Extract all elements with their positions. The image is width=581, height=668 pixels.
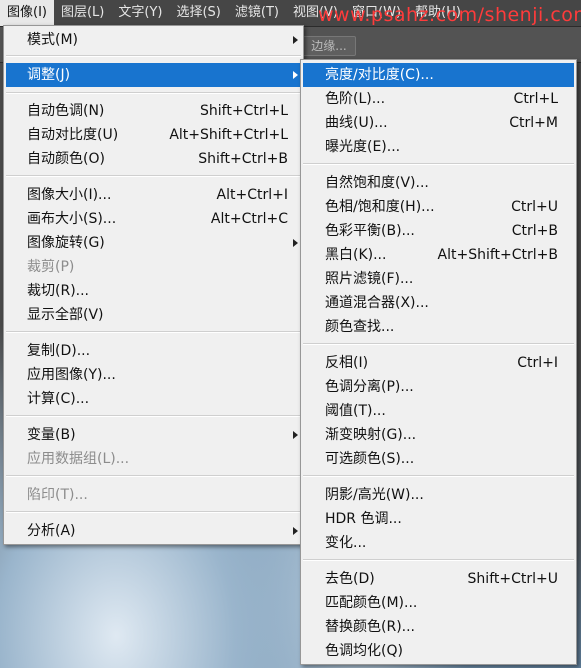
menu-item-invert[interactable]: 反相(I) Ctrl+I xyxy=(303,351,574,375)
menu-item-image-size[interactable]: 图像大小(I)... Alt+Ctrl+I xyxy=(6,183,301,207)
menu-item-color-balance[interactable]: 色彩平衡(B)... Ctrl+B xyxy=(303,219,574,243)
menu-item-image-rotation[interactable]: 图像旋转(G) xyxy=(6,231,301,255)
menu-item-hue-saturation[interactable]: 色相/饱和度(H)... Ctrl+U xyxy=(303,195,574,219)
submenu-arrow-icon xyxy=(293,71,298,79)
menu-item-curves[interactable]: 曲线(U)... Ctrl+M xyxy=(303,111,574,135)
menu-select[interactable]: 选择(S) xyxy=(169,0,227,26)
menu-item-crop: 裁剪(P) xyxy=(27,259,75,275)
menu-item-channel-mixer[interactable]: 通道混合器(X)... xyxy=(303,291,574,315)
separator xyxy=(303,343,574,345)
menu-item-black-white[interactable]: 黑白(K)... Alt+Shift+Ctrl+B xyxy=(303,243,574,267)
menu-item-mode[interactable]: 模式(M) xyxy=(6,28,301,52)
watermark: www.psahz.com/shenji.com xyxy=(318,4,581,26)
menu-item-calculations[interactable]: 计算(C)... xyxy=(6,387,301,411)
menu-item-variables[interactable]: 变量(B) xyxy=(6,423,301,447)
menu-item-match-color[interactable]: 匹配颜色(M)... xyxy=(303,591,574,615)
menu-filter[interactable]: 滤镜(T) xyxy=(228,0,286,26)
menu-item-apply-data-set: 应用数据组(L)... xyxy=(27,451,130,467)
separator xyxy=(6,331,301,333)
menu-item-equalize[interactable]: 色调均化(Q) xyxy=(303,639,574,663)
submenu-arrow-icon xyxy=(293,527,298,535)
separator xyxy=(6,475,301,477)
separator xyxy=(6,92,301,94)
menu-item-replace-color[interactable]: 替换颜色(R)... xyxy=(303,615,574,639)
submenu-arrow-icon xyxy=(293,239,298,247)
menu-item-trap: 陷印(T)... xyxy=(27,487,88,503)
menu-item-photo-filter[interactable]: 照片滤镜(F)... xyxy=(303,267,574,291)
menu-item-gradient-map[interactable]: 渐变映射(G)... xyxy=(303,423,574,447)
menu-item-levels[interactable]: 色阶(L)... Ctrl+L xyxy=(303,87,574,111)
image-menu: 模式(M) 调整(J) 自动色调(N) Shift+Ctrl+L 自动对比度(U… xyxy=(3,25,304,545)
submenu-arrow-icon xyxy=(293,431,298,439)
menu-item-selective-color[interactable]: 可选颜色(S)... xyxy=(303,447,574,471)
menu-type[interactable]: 文字(Y) xyxy=(111,0,169,26)
menu-item-vibrance[interactable]: 自然饱和度(V)... xyxy=(303,171,574,195)
separator xyxy=(6,415,301,417)
menu-item-variations[interactable]: 变化... xyxy=(303,531,574,555)
separator xyxy=(303,475,574,477)
separator xyxy=(303,559,574,561)
menu-item-desaturate[interactable]: 去色(D) Shift+Ctrl+U xyxy=(303,567,574,591)
adjustments-submenu: 亮度/对比度(C)... 色阶(L)... Ctrl+L 曲线(U)... Ct… xyxy=(300,59,577,665)
menu-item-canvas-size[interactable]: 画布大小(S)... Alt+Ctrl+C xyxy=(6,207,301,231)
menu-item-auto-contrast[interactable]: 自动对比度(U) Alt+Shift+Ctrl+L xyxy=(6,123,301,147)
menu-item-hdr-toning[interactable]: HDR 色调... xyxy=(303,507,574,531)
separator xyxy=(6,511,301,513)
menu-item-color-lookup[interactable]: 颜色查找... xyxy=(303,315,574,339)
menu-item-duplicate[interactable]: 复制(D)... xyxy=(6,339,301,363)
menu-item-apply-image[interactable]: 应用图像(Y)... xyxy=(6,363,301,387)
submenu-arrow-icon xyxy=(293,36,298,44)
menu-item-adjustments[interactable]: 调整(J) xyxy=(6,63,301,87)
menu-item-auto-tone[interactable]: 自动色调(N) Shift+Ctrl+L xyxy=(6,99,301,123)
menu-image[interactable]: 图像(I) xyxy=(0,0,54,26)
menu-item-exposure[interactable]: 曝光度(E)... xyxy=(303,135,574,159)
separator xyxy=(6,175,301,177)
menu-item-brightness-contrast[interactable]: 亮度/对比度(C)... xyxy=(303,63,574,87)
menu-item-trim[interactable]: 裁切(R)... xyxy=(6,279,301,303)
menu-item-posterize[interactable]: 色调分离(P)... xyxy=(303,375,574,399)
menu-item-shadows-highlights[interactable]: 阴影/高光(W)... xyxy=(303,483,574,507)
menu-item-threshold[interactable]: 阈值(T)... xyxy=(303,399,574,423)
menu-layer[interactable]: 图层(L) xyxy=(54,0,111,26)
menu-item-analysis[interactable]: 分析(A) xyxy=(6,519,301,543)
separator xyxy=(303,163,574,165)
separator xyxy=(6,55,301,57)
menu-item-auto-color[interactable]: 自动颜色(O) Shift+Ctrl+B xyxy=(6,147,301,171)
refine-edge-button[interactable]: 边缘... xyxy=(302,36,356,56)
menu-item-reveal-all[interactable]: 显示全部(V) xyxy=(6,303,301,327)
